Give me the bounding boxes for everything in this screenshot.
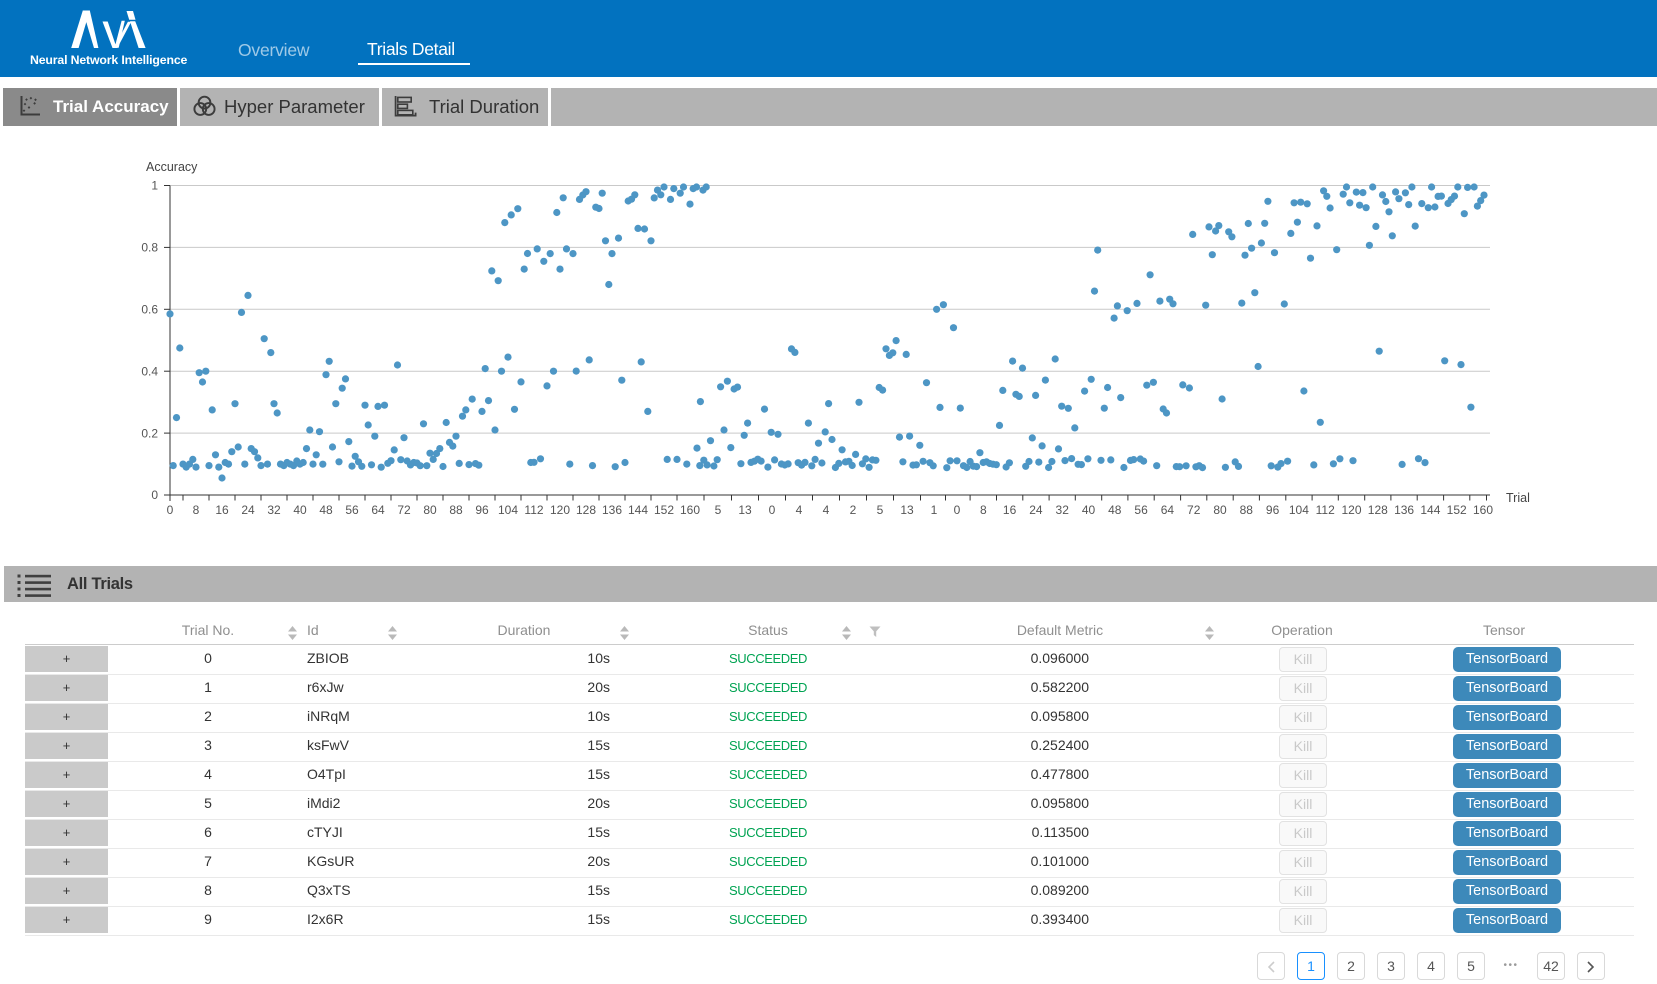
svg-text:0: 0 <box>151 488 158 502</box>
svg-text:128: 128 <box>576 503 596 517</box>
svg-text:80: 80 <box>423 503 437 517</box>
svg-text:56: 56 <box>1134 503 1148 517</box>
svg-text:0: 0 <box>769 503 776 517</box>
svg-text:13: 13 <box>900 503 914 517</box>
svg-text:152: 152 <box>1447 503 1467 517</box>
svg-text:24: 24 <box>1029 503 1043 517</box>
svg-text:112: 112 <box>1316 503 1335 517</box>
svg-text:4: 4 <box>796 503 803 517</box>
svg-text:0.8: 0.8 <box>141 241 158 255</box>
svg-text:88: 88 <box>1240 503 1254 517</box>
svg-text:Accuracy: Accuracy <box>146 160 198 174</box>
svg-text:96: 96 <box>1266 503 1280 517</box>
svg-text:120: 120 <box>550 503 570 517</box>
svg-text:16: 16 <box>1003 503 1017 517</box>
svg-text:8: 8 <box>980 503 987 517</box>
svg-text:40: 40 <box>293 503 307 517</box>
svg-text:16: 16 <box>215 503 229 517</box>
svg-text:1: 1 <box>931 503 938 517</box>
svg-text:48: 48 <box>319 503 333 517</box>
svg-text:136: 136 <box>1394 503 1414 517</box>
svg-text:104: 104 <box>1289 503 1309 517</box>
svg-text:32: 32 <box>267 503 281 517</box>
svg-text:128: 128 <box>1368 503 1388 517</box>
svg-text:4: 4 <box>823 503 830 517</box>
svg-text:8: 8 <box>193 503 200 517</box>
svg-text:2: 2 <box>850 503 857 517</box>
svg-text:5: 5 <box>715 503 722 517</box>
svg-text:64: 64 <box>371 503 385 517</box>
svg-text:72: 72 <box>1187 503 1201 517</box>
svg-text:144: 144 <box>1420 503 1440 517</box>
svg-text:0.4: 0.4 <box>141 364 158 378</box>
svg-text:24: 24 <box>241 503 255 517</box>
svg-text:0: 0 <box>167 503 174 517</box>
svg-text:104: 104 <box>498 503 518 517</box>
svg-text:152: 152 <box>654 503 674 517</box>
svg-text:88: 88 <box>449 503 463 517</box>
svg-text:160: 160 <box>1473 503 1493 517</box>
svg-text:0.6: 0.6 <box>141 303 158 317</box>
svg-text:13: 13 <box>738 503 752 517</box>
svg-text:64: 64 <box>1161 503 1175 517</box>
svg-text:1: 1 <box>151 179 158 193</box>
svg-text:96: 96 <box>475 503 489 517</box>
svg-text:Trial: Trial <box>1506 491 1530 505</box>
svg-text:5: 5 <box>877 503 884 517</box>
svg-text:160: 160 <box>680 503 700 517</box>
svg-text:32: 32 <box>1056 503 1070 517</box>
svg-text:48: 48 <box>1108 503 1122 517</box>
svg-text:72: 72 <box>397 503 411 517</box>
svg-text:144: 144 <box>628 503 648 517</box>
svg-text:112: 112 <box>524 503 543 517</box>
svg-text:40: 40 <box>1082 503 1096 517</box>
svg-text:136: 136 <box>602 503 622 517</box>
svg-text:0: 0 <box>954 503 961 517</box>
svg-text:120: 120 <box>1341 503 1361 517</box>
svg-text:80: 80 <box>1213 503 1227 517</box>
svg-text:0.2: 0.2 <box>141 426 158 440</box>
svg-text:56: 56 <box>345 503 359 517</box>
